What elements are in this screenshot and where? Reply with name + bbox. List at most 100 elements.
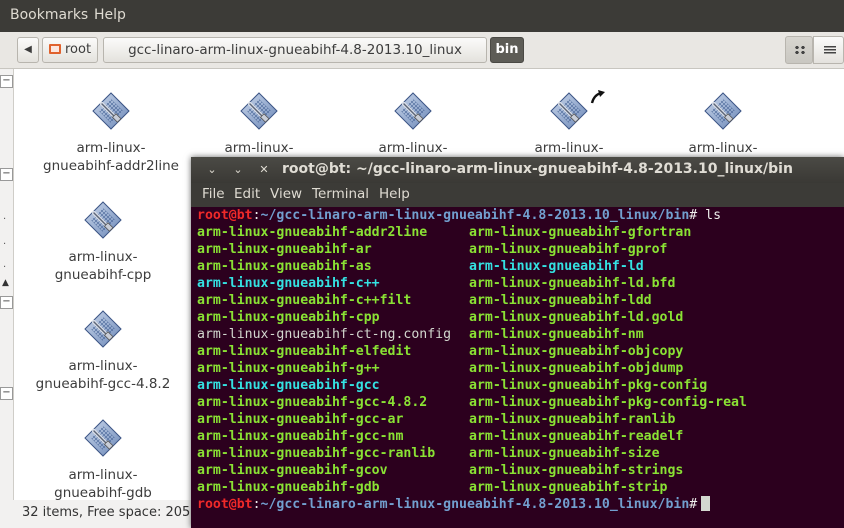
- executable-file-icon: [91, 91, 131, 135]
- ls-entry: arm-linux-gnueabihf-strip: [469, 480, 668, 495]
- breadcrumb-path[interactable]: gcc-linaro-arm-linux-gnueabihf-4.8-2013.…: [103, 37, 487, 63]
- file-label: arm-linux-: [76, 140, 146, 156]
- prompt-user: root@bt: [197, 208, 253, 223]
- ls-entry: arm-linux-gnueabihf-strings: [469, 463, 684, 478]
- list-view-button[interactable]: [813, 36, 844, 64]
- executable-file-icon: [83, 309, 123, 353]
- ls-entry: arm-linux-gnueabihf-size: [469, 446, 660, 461]
- maximize-button[interactable]: ⌄: [229, 161, 247, 179]
- ls-entry: arm-linux-gnueabihf-gcc-4.8.2: [197, 395, 428, 410]
- ls-entry: arm-linux-gnueabihf-readelf: [469, 429, 684, 444]
- file-item[interactable]: arm-linux- gnueabihf-cpp: [28, 200, 178, 284]
- menu-edit[interactable]: Edit: [234, 186, 260, 202]
- file-item[interactable]: arm-linux- gnueabihf-addr2line: [36, 91, 186, 175]
- tree-expander[interactable]: −: [0, 168, 13, 181]
- file-label: arm-linux-: [68, 249, 138, 265]
- ls-entry: arm-linux-gnueabihf-gcc-ranlib: [197, 446, 436, 461]
- ls-entry: arm-linux-gnueabihf-c++: [197, 276, 380, 291]
- ls-entry: arm-linux-gnueabihf-elfedit: [197, 344, 412, 359]
- breadcrumb-current[interactable]: bin: [490, 37, 524, 63]
- menu-help[interactable]: Help: [94, 7, 126, 23]
- file-label: arm-linux-: [534, 140, 604, 156]
- executable-file-icon: [83, 418, 123, 462]
- terminal-menubar: File Edit View Terminal Help: [191, 183, 844, 207]
- file-label: arm-linux-: [68, 467, 138, 483]
- ls-entry: arm-linux-gnueabihf-g++: [197, 361, 380, 376]
- terminal-output[interactable]: root@bt:~/gcc-linaro-arm-linux-gnueabihf…: [197, 207, 842, 526]
- list-view-icon: [824, 46, 836, 55]
- terminal-titlebar[interactable]: ⌄ ⌄ ✕ root@bt: ~/gcc-linaro-arm-linux-gn…: [191, 157, 844, 183]
- mouse-cursor-icon: [590, 90, 605, 104]
- ls-entry: arm-linux-gnueabihf-gfortran: [469, 225, 692, 240]
- ls-entry: arm-linux-gnueabihf-gcov: [197, 463, 388, 478]
- prompt-path: ~/gcc-linaro-arm-linux-gnueabihf-4.8-201…: [260, 497, 690, 512]
- file-manager-menubar: Bookmarks Help: [0, 0, 844, 32]
- file-item[interactable]: arm-linux-: [648, 91, 798, 157]
- ls-entry: arm-linux-gnueabihf-ranlib: [469, 412, 676, 427]
- ls-entry: arm-linux-gnueabihf-pkg-config: [469, 378, 708, 393]
- close-icon: ✕: [259, 163, 269, 176]
- ls-entry: arm-linux-gnueabihf-ld: [469, 259, 644, 274]
- file-label: gnueabihf-addr2line: [43, 158, 179, 174]
- file-item[interactable]: arm-linux- gnueabihf-gcc-4.8.2: [28, 309, 178, 393]
- file-item[interactable]: arm-linux- gnueabihf-gdb: [28, 418, 178, 502]
- ls-entry: arm-linux-gnueabihf-as: [197, 259, 372, 274]
- prompt-line: root@bt:~/gcc-linaro-arm-linux-gnueabihf…: [197, 496, 711, 513]
- back-button[interactable]: ◀: [17, 37, 39, 63]
- ls-entry: arm-linux-gnueabihf-gcc-ar: [197, 412, 404, 427]
- file-item[interactable]: arm-linux-: [494, 90, 644, 157]
- ls-entry: arm-linux-gnueabihf-ld.bfd: [469, 276, 676, 291]
- breadcrumb-root-label: root: [65, 42, 92, 57]
- file-item[interactable]: arm-linux-: [338, 91, 488, 157]
- executable-file-icon: [703, 91, 743, 135]
- tree-dot: .: [3, 236, 7, 247]
- tree-expander[interactable]: −: [0, 387, 13, 400]
- prompt-line: root@bt:~/gcc-linaro-arm-linux-gnueabihf…: [197, 208, 722, 223]
- folder-icon: [49, 44, 61, 54]
- ls-entry: arm-linux-gnueabihf-ct-ng.config: [197, 327, 452, 342]
- executable-file-icon: [83, 200, 123, 244]
- menu-view[interactable]: View: [270, 186, 302, 202]
- file-label: gnueabihf-gcc-4.8.2: [35, 376, 171, 392]
- prompt-path: ~/gcc-linaro-arm-linux-gnueabihf-4.8-201…: [260, 208, 690, 223]
- menu-file[interactable]: File: [202, 186, 225, 202]
- ls-entry: arm-linux-gnueabihf-cpp: [197, 310, 380, 325]
- file-label: gnueabihf-cpp: [54, 267, 152, 283]
- close-button[interactable]: ✕: [255, 161, 273, 179]
- ls-entry: arm-linux-gnueabihf-objdump: [469, 361, 684, 376]
- ls-entry: arm-linux-gnueabihf-gdb: [197, 480, 380, 495]
- terminal-title: root@bt: ~/gcc-linaro-arm-linux-gnueabih…: [282, 161, 793, 177]
- ls-entry: arm-linux-gnueabihf-pkg-config-real: [469, 395, 747, 410]
- breadcrumb-current-label: bin: [495, 42, 519, 57]
- executable-file-icon: [239, 91, 279, 135]
- executable-file-icon: [549, 91, 589, 135]
- prompt-symbol: #: [689, 497, 698, 512]
- terminal-window[interactable]: ⌄ ⌄ ✕ root@bt: ~/gcc-linaro-arm-linux-gn…: [191, 157, 844, 528]
- icon-view-icon: [794, 45, 806, 55]
- tree-dot: .: [3, 259, 7, 270]
- file-label: arm-linux-: [378, 140, 448, 156]
- ls-entry: arm-linux-gnueabihf-gcc-nm: [197, 429, 404, 444]
- menu-help[interactable]: Help: [379, 186, 410, 202]
- eject-icon[interactable]: ▲: [0, 279, 11, 290]
- file-item[interactable]: arm-linux-: [184, 91, 334, 157]
- icon-view-button[interactable]: [785, 36, 813, 64]
- menu-bookmarks[interactable]: Bookmarks: [10, 7, 88, 23]
- menu-terminal[interactable]: Terminal: [312, 186, 369, 202]
- file-label: arm-linux-: [224, 140, 294, 156]
- command-text: ls: [697, 208, 722, 223]
- tree-expander[interactable]: −: [0, 75, 13, 88]
- ls-entry: arm-linux-gnueabihf-nm: [469, 327, 644, 342]
- breadcrumb-root[interactable]: root: [42, 37, 98, 63]
- minimize-button[interactable]: ⌄: [203, 161, 221, 179]
- executable-file-icon: [393, 91, 433, 135]
- file-manager-toolbar: ◀ root gcc-linaro-arm-linux-gnueabihf-4.…: [0, 32, 844, 69]
- tree-expander[interactable]: −: [0, 296, 13, 309]
- ls-entry: arm-linux-gnueabihf-gcc: [197, 378, 380, 393]
- file-label: arm-linux-: [688, 140, 758, 156]
- file-label: arm-linux-: [68, 358, 138, 374]
- ls-entry: arm-linux-gnueabihf-gprof: [469, 242, 668, 257]
- ls-entry: arm-linux-gnueabihf-c++filt: [197, 293, 412, 308]
- breadcrumb-path-label: gcc-linaro-arm-linux-gnueabihf-4.8-2013.…: [128, 42, 462, 58]
- prompt-user: root@bt: [197, 497, 253, 512]
